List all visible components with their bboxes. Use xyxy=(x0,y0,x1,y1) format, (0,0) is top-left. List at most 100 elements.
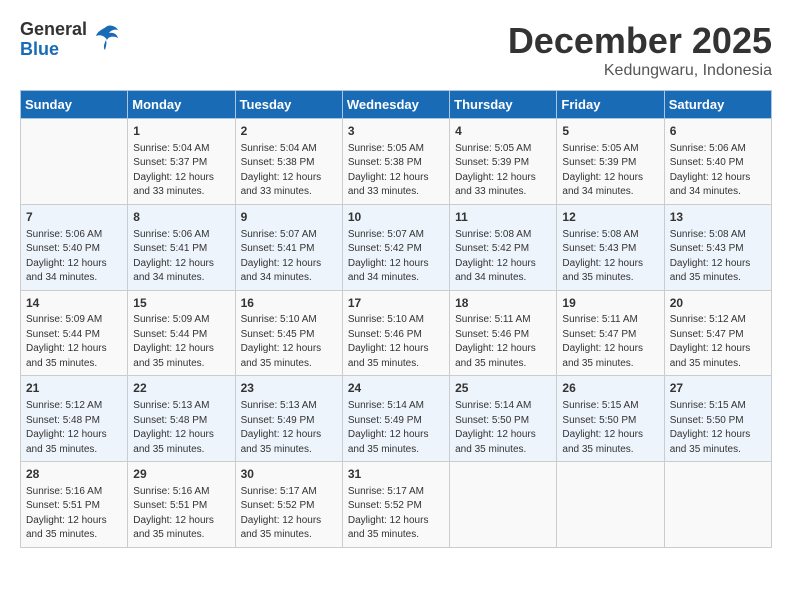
calendar-cell: 15 Sunrise: 5:09 AM Sunset: 5:44 PM Dayl… xyxy=(128,290,235,376)
daylight-text: Daylight: 12 hours and 33 minutes. xyxy=(241,172,322,198)
sunrise-text: Sunrise: 5:06 AM xyxy=(670,143,746,154)
cell-content: Sunrise: 5:11 AM Sunset: 5:46 PM Dayligh… xyxy=(455,313,551,371)
sunset-text: Sunset: 5:38 PM xyxy=(348,157,422,168)
sunset-text: Sunset: 5:43 PM xyxy=(562,243,636,254)
day-number: 7 xyxy=(26,209,122,226)
sunrise-text: Sunrise: 5:08 AM xyxy=(455,229,531,240)
calendar-cell: 5 Sunrise: 5:05 AM Sunset: 5:39 PM Dayli… xyxy=(557,119,664,205)
calendar-cell: 21 Sunrise: 5:12 AM Sunset: 5:48 PM Dayl… xyxy=(21,376,128,462)
page-header: General Blue December 2025 Kedungwaru, I… xyxy=(20,20,772,80)
calendar-cell: 27 Sunrise: 5:15 AM Sunset: 5:50 PM Dayl… xyxy=(664,376,771,462)
sunset-text: Sunset: 5:44 PM xyxy=(26,329,100,340)
sunrise-text: Sunrise: 5:08 AM xyxy=(670,229,746,240)
logo-bird-icon xyxy=(91,22,121,57)
header-thursday: Thursday xyxy=(450,91,557,119)
daylight-text: Daylight: 12 hours and 35 minutes. xyxy=(670,258,751,284)
cell-content: Sunrise: 5:06 AM Sunset: 5:40 PM Dayligh… xyxy=(670,142,766,200)
day-number: 10 xyxy=(348,209,444,226)
calendar-week-row: 7 Sunrise: 5:06 AM Sunset: 5:40 PM Dayli… xyxy=(21,204,772,290)
sunset-text: Sunset: 5:47 PM xyxy=(670,329,744,340)
calendar-cell: 23 Sunrise: 5:13 AM Sunset: 5:49 PM Dayl… xyxy=(235,376,342,462)
day-number: 12 xyxy=(562,209,658,226)
day-number: 4 xyxy=(455,123,551,140)
calendar-cell: 22 Sunrise: 5:13 AM Sunset: 5:48 PM Dayl… xyxy=(128,376,235,462)
day-number: 2 xyxy=(241,123,337,140)
cell-content: Sunrise: 5:04 AM Sunset: 5:37 PM Dayligh… xyxy=(133,142,229,200)
sunrise-text: Sunrise: 5:04 AM xyxy=(241,143,317,154)
daylight-text: Daylight: 12 hours and 35 minutes. xyxy=(562,343,643,369)
sunrise-text: Sunrise: 5:14 AM xyxy=(348,400,424,411)
daylight-text: Daylight: 12 hours and 35 minutes. xyxy=(241,429,322,455)
calendar-cell: 2 Sunrise: 5:04 AM Sunset: 5:38 PM Dayli… xyxy=(235,119,342,205)
sunset-text: Sunset: 5:49 PM xyxy=(348,415,422,426)
day-number: 31 xyxy=(348,466,444,483)
daylight-text: Daylight: 12 hours and 34 minutes. xyxy=(133,258,214,284)
cell-content: Sunrise: 5:14 AM Sunset: 5:50 PM Dayligh… xyxy=(455,399,551,457)
calendar-cell: 6 Sunrise: 5:06 AM Sunset: 5:40 PM Dayli… xyxy=(664,119,771,205)
sunrise-text: Sunrise: 5:05 AM xyxy=(455,143,531,154)
sunrise-text: Sunrise: 5:10 AM xyxy=(348,314,424,325)
calendar-cell xyxy=(450,462,557,548)
calendar-cell: 29 Sunrise: 5:16 AM Sunset: 5:51 PM Dayl… xyxy=(128,462,235,548)
daylight-text: Daylight: 12 hours and 35 minutes. xyxy=(455,429,536,455)
calendar-week-row: 1 Sunrise: 5:04 AM Sunset: 5:37 PM Dayli… xyxy=(21,119,772,205)
cell-content: Sunrise: 5:11 AM Sunset: 5:47 PM Dayligh… xyxy=(562,313,658,371)
daylight-text: Daylight: 12 hours and 34 minutes. xyxy=(241,258,322,284)
sunrise-text: Sunrise: 5:10 AM xyxy=(241,314,317,325)
daylight-text: Daylight: 12 hours and 33 minutes. xyxy=(133,172,214,198)
day-number: 3 xyxy=(348,123,444,140)
daylight-text: Daylight: 12 hours and 35 minutes. xyxy=(348,343,429,369)
calendar-cell xyxy=(557,462,664,548)
calendar-cell xyxy=(664,462,771,548)
cell-content: Sunrise: 5:16 AM Sunset: 5:51 PM Dayligh… xyxy=(26,485,122,543)
calendar-cell: 28 Sunrise: 5:16 AM Sunset: 5:51 PM Dayl… xyxy=(21,462,128,548)
calendar-cell: 16 Sunrise: 5:10 AM Sunset: 5:45 PM Dayl… xyxy=(235,290,342,376)
sunset-text: Sunset: 5:48 PM xyxy=(26,415,100,426)
sunset-text: Sunset: 5:45 PM xyxy=(241,329,315,340)
cell-content: Sunrise: 5:05 AM Sunset: 5:39 PM Dayligh… xyxy=(455,142,551,200)
daylight-text: Daylight: 12 hours and 34 minutes. xyxy=(562,172,643,198)
day-number: 11 xyxy=(455,209,551,226)
sunrise-text: Sunrise: 5:15 AM xyxy=(562,400,638,411)
calendar-cell xyxy=(21,119,128,205)
sunset-text: Sunset: 5:50 PM xyxy=(562,415,636,426)
day-number: 14 xyxy=(26,295,122,312)
location-title: Kedungwaru, Indonesia xyxy=(508,62,772,80)
sunrise-text: Sunrise: 5:06 AM xyxy=(133,229,209,240)
logo: General Blue xyxy=(20,20,121,60)
sunset-text: Sunset: 5:47 PM xyxy=(562,329,636,340)
calendar-cell: 10 Sunrise: 5:07 AM Sunset: 5:42 PM Dayl… xyxy=(342,204,449,290)
header-monday: Monday xyxy=(128,91,235,119)
calendar-cell: 12 Sunrise: 5:08 AM Sunset: 5:43 PM Dayl… xyxy=(557,204,664,290)
cell-content: Sunrise: 5:09 AM Sunset: 5:44 PM Dayligh… xyxy=(26,313,122,371)
sunrise-text: Sunrise: 5:17 AM xyxy=(348,486,424,497)
cell-content: Sunrise: 5:06 AM Sunset: 5:40 PM Dayligh… xyxy=(26,228,122,286)
sunrise-text: Sunrise: 5:16 AM xyxy=(26,486,102,497)
daylight-text: Daylight: 12 hours and 35 minutes. xyxy=(455,343,536,369)
daylight-text: Daylight: 12 hours and 35 minutes. xyxy=(26,515,107,541)
calendar-cell: 18 Sunrise: 5:11 AM Sunset: 5:46 PM Dayl… xyxy=(450,290,557,376)
cell-content: Sunrise: 5:08 AM Sunset: 5:43 PM Dayligh… xyxy=(670,228,766,286)
sunrise-text: Sunrise: 5:09 AM xyxy=(133,314,209,325)
cell-content: Sunrise: 5:14 AM Sunset: 5:49 PM Dayligh… xyxy=(348,399,444,457)
daylight-text: Daylight: 12 hours and 35 minutes. xyxy=(670,343,751,369)
day-number: 21 xyxy=(26,380,122,397)
cell-content: Sunrise: 5:10 AM Sunset: 5:46 PM Dayligh… xyxy=(348,313,444,371)
cell-content: Sunrise: 5:12 AM Sunset: 5:47 PM Dayligh… xyxy=(670,313,766,371)
sunrise-text: Sunrise: 5:07 AM xyxy=(241,229,317,240)
sunset-text: Sunset: 5:51 PM xyxy=(133,500,207,511)
cell-content: Sunrise: 5:07 AM Sunset: 5:41 PM Dayligh… xyxy=(241,228,337,286)
calendar-week-row: 28 Sunrise: 5:16 AM Sunset: 5:51 PM Dayl… xyxy=(21,462,772,548)
calendar-cell: 19 Sunrise: 5:11 AM Sunset: 5:47 PM Dayl… xyxy=(557,290,664,376)
day-number: 28 xyxy=(26,466,122,483)
calendar-cell: 13 Sunrise: 5:08 AM Sunset: 5:43 PM Dayl… xyxy=(664,204,771,290)
sunrise-text: Sunrise: 5:08 AM xyxy=(562,229,638,240)
daylight-text: Daylight: 12 hours and 35 minutes. xyxy=(26,343,107,369)
sunset-text: Sunset: 5:40 PM xyxy=(26,243,100,254)
day-number: 27 xyxy=(670,380,766,397)
sunset-text: Sunset: 5:49 PM xyxy=(241,415,315,426)
sunrise-text: Sunrise: 5:16 AM xyxy=(133,486,209,497)
day-number: 24 xyxy=(348,380,444,397)
header-tuesday: Tuesday xyxy=(235,91,342,119)
cell-content: Sunrise: 5:15 AM Sunset: 5:50 PM Dayligh… xyxy=(670,399,766,457)
